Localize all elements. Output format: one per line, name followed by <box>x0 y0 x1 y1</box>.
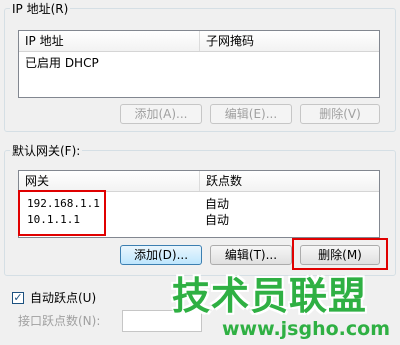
auto-metric-label[interactable]: 自动跃点(U) <box>30 291 96 305</box>
gateway-list-header: 网关 跃点数 <box>19 171 379 192</box>
column-ip-address[interactable]: IP 地址 <box>19 31 199 51</box>
gateway-row-2-metric[interactable]: 自动 <box>205 213 229 227</box>
interface-metric-label: 接口跃点数(N): <box>18 314 101 328</box>
gateway-highlight-box <box>18 190 106 236</box>
ip-edit-button[interactable]: 编辑(E)... <box>210 104 292 124</box>
ip-remove-button[interactable]: 删除(V) <box>300 104 380 124</box>
column-gateway[interactable]: 网关 <box>19 171 199 191</box>
gateway-row-1-metric[interactable]: 自动 <box>205 197 229 211</box>
auto-metric-checkbox[interactable]: ✓ <box>12 292 24 304</box>
gateway-edit-button[interactable]: 编辑(T)... <box>210 245 292 265</box>
ip-list-header: IP 地址 子网掩码 <box>19 31 379 52</box>
ip-address-group-title: IP 地址(R) <box>10 2 71 16</box>
ip-add-button[interactable]: 添加(A)... <box>120 104 202 124</box>
column-subnet-mask[interactable]: 子网掩码 <box>199 31 379 51</box>
ip-address-list[interactable]: IP 地址 子网掩码 已启用 DHCP <box>18 30 380 98</box>
ip-row-dhcp[interactable]: 已启用 DHCP <box>25 56 99 70</box>
watermark-url: www.jsgho.com <box>222 318 390 340</box>
gateway-add-button[interactable]: 添加(D)... <box>120 245 202 265</box>
remove-highlight-box <box>292 238 388 270</box>
default-gateway-group-title: 默认网关(F): <box>10 144 83 158</box>
column-metric[interactable]: 跃点数 <box>199 171 379 191</box>
watermark-brand: 技术员联盟 <box>172 274 368 318</box>
